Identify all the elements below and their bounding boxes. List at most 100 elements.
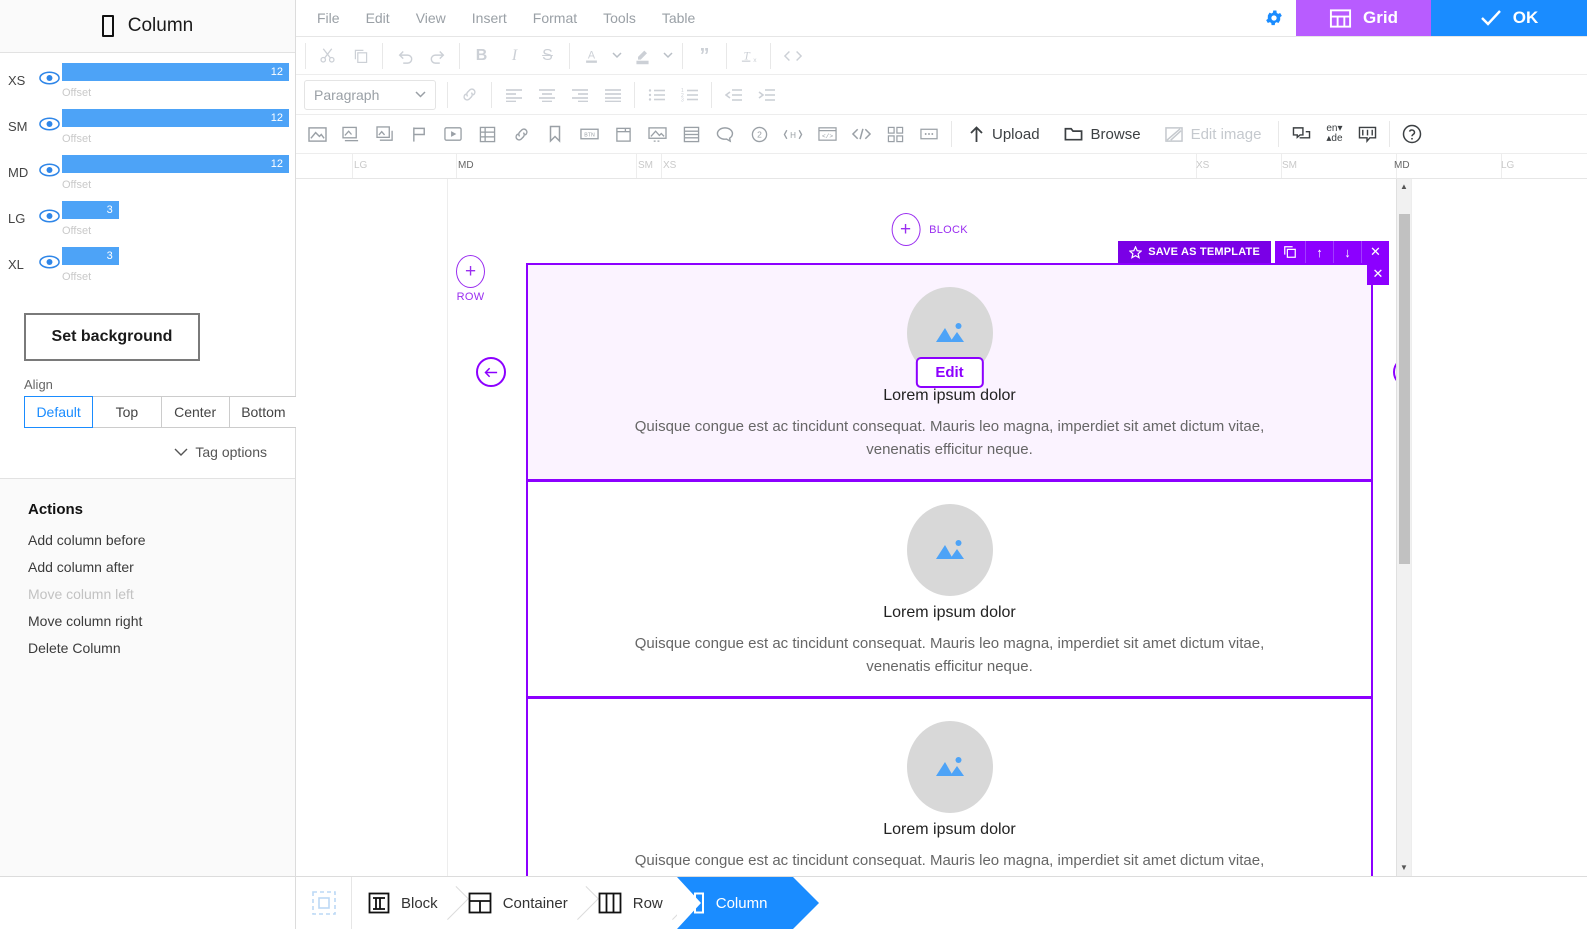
close-icon[interactable]: ✕ (1361, 241, 1389, 263)
offset-label[interactable]: Offset (62, 173, 289, 191)
anchor-flag-icon[interactable] (402, 119, 436, 149)
breadcrumb-item-block[interactable]: Block (352, 877, 469, 929)
source-code-icon[interactable] (844, 119, 878, 149)
tooltip-settings-icon[interactable] (1350, 119, 1384, 149)
breakpoint-slider[interactable]: 3 Offset (62, 201, 289, 237)
duplicate-icon[interactable] (1275, 241, 1305, 263)
help-icon[interactable] (1395, 119, 1429, 149)
video-icon[interactable] (436, 119, 470, 149)
canvas-scrollbar[interactable]: ▲ ▼ (1396, 179, 1411, 876)
chevron-down-icon[interactable] (659, 41, 677, 71)
offset-label[interactable]: Offset (62, 265, 289, 283)
code-snippet-icon[interactable]: </> (810, 119, 844, 149)
accordion-icon[interactable] (674, 119, 708, 149)
language-swap-control[interactable]: en▾ ▴de (1318, 124, 1350, 144)
chevron-down-icon[interactable] (608, 41, 626, 71)
menu-view[interactable]: View (405, 4, 457, 32)
visibility-eye-icon[interactable] (36, 63, 62, 85)
visibility-eye-icon[interactable] (36, 155, 62, 177)
breadcrumb-item-container[interactable]: Container (452, 877, 599, 929)
align-right-icon[interactable] (563, 80, 596, 110)
menu-format[interactable]: Format (522, 4, 588, 32)
action-delete-column[interactable]: Delete Column (28, 640, 295, 656)
align-left-icon[interactable] (497, 80, 530, 110)
align-option-top[interactable]: Top (93, 396, 162, 428)
image-icon[interactable] (300, 119, 334, 149)
tag-options-toggle[interactable]: Tag options (12, 444, 267, 460)
align-option-default[interactable]: Default (24, 396, 94, 428)
menu-insert[interactable]: Insert (461, 4, 518, 32)
button-icon[interactable]: BTN (572, 119, 606, 149)
column-close-button[interactable]: ✕ (1367, 263, 1389, 285)
offset-label[interactable]: Offset (62, 219, 289, 237)
align-option-center[interactable]: Center (161, 396, 230, 428)
save-as-template-button[interactable]: SAVE AS TEMPLATE (1118, 241, 1271, 263)
bold-icon[interactable]: B (465, 41, 498, 71)
action-add-column-before[interactable]: Add column before (28, 532, 295, 548)
settings-button[interactable] (1252, 0, 1296, 36)
breadcrumb-item-column[interactable]: Column (676, 877, 820, 929)
breakpoint-slider[interactable]: 12 Offset (62, 109, 289, 145)
browse-button[interactable]: Browse (1052, 119, 1153, 149)
italic-icon[interactable]: I (498, 41, 531, 71)
breakpoint-slider[interactable]: 12 Offset (62, 63, 289, 99)
visibility-eye-icon[interactable] (36, 109, 62, 131)
align-center-icon[interactable] (530, 80, 563, 110)
arrow-up-icon[interactable]: ↑ (1305, 241, 1333, 263)
undo-icon[interactable] (388, 41, 421, 71)
paragraph-style-select[interactable]: Paragraph (304, 79, 436, 110)
scrollbar-thumb[interactable] (1399, 214, 1410, 564)
visibility-eye-icon[interactable] (36, 201, 62, 223)
action-move-column-right[interactable]: Move column right (28, 613, 295, 629)
link-icon[interactable] (453, 80, 486, 110)
menu-tools[interactable]: Tools (592, 4, 647, 32)
copy-icon[interactable] (344, 41, 377, 71)
slider-icon[interactable] (640, 119, 674, 149)
translate-bubbles-icon[interactable] (1284, 119, 1318, 149)
blockquote-icon[interactable]: ” (688, 41, 721, 71)
breakpoint-slider[interactable]: 12 Offset (62, 155, 289, 191)
link-icon[interactable] (504, 119, 538, 149)
align-option-bottom[interactable]: Bottom (229, 396, 298, 428)
panel-icon[interactable] (606, 119, 640, 149)
more-icon[interactable] (912, 119, 946, 149)
align-justify-icon[interactable] (596, 80, 629, 110)
card-item-1[interactable]: Edit Lorem ipsum dolor Quisque congue es… (476, 263, 1411, 482)
gallery-icon[interactable] (368, 119, 402, 149)
card-item-2[interactable]: Lorem ipsum dolor Quisque congue est ac … (528, 482, 1371, 699)
set-background-button[interactable]: Set background (24, 313, 200, 361)
editor-canvas[interactable]: + BLOCK + ROW SAVE AS TEMPLATE ↑ ↓ ✕ ✕ E… (448, 179, 1411, 876)
arrow-down-icon[interactable]: ↓ (1333, 241, 1361, 263)
breakpoint-slider[interactable]: 3 Offset (62, 247, 289, 283)
strikethrough-icon[interactable]: S (531, 41, 564, 71)
add-row-button[interactable]: + ROW (456, 255, 485, 303)
action-add-column-after[interactable]: Add column after (28, 559, 295, 575)
menu-edit[interactable]: Edit (355, 4, 401, 32)
bullet-list-icon[interactable] (640, 80, 673, 110)
indent-icon[interactable] (750, 80, 783, 110)
grid-button[interactable]: Grid (1296, 0, 1431, 36)
footnote-icon[interactable]: 2 (742, 119, 776, 149)
card-item-3[interactable]: Lorem ipsum dolor Quisque congue est ac … (528, 699, 1371, 876)
breadcrumb-item-row[interactable]: Row (582, 877, 694, 929)
comment-icon[interactable] (708, 119, 742, 149)
cut-icon[interactable] (311, 41, 344, 71)
bookmark-icon[interactable] (538, 119, 572, 149)
upload-button[interactable]: Upload (957, 119, 1052, 149)
ok-button[interactable]: OK (1431, 0, 1587, 36)
inline-code-icon[interactable] (776, 41, 809, 71)
image-placeholder[interactable] (906, 721, 993, 813)
clear-formatting-icon[interactable]: Tx (732, 41, 765, 71)
menu-file[interactable]: File (306, 4, 351, 32)
redo-icon[interactable] (421, 41, 454, 71)
selection-icon[interactable] (296, 877, 352, 929)
scroll-down-icon[interactable]: ▼ (1400, 860, 1408, 874)
highlight-color-icon[interactable] (626, 41, 659, 71)
offset-label[interactable]: Offset (62, 127, 289, 145)
offset-label[interactable]: Offset (62, 81, 289, 99)
scroll-up-icon[interactable]: ▲ (1400, 179, 1408, 193)
blocks-icon[interactable] (878, 119, 912, 149)
visibility-eye-icon[interactable] (36, 247, 62, 269)
image-caption-icon[interactable] (334, 119, 368, 149)
outdent-icon[interactable] (717, 80, 750, 110)
